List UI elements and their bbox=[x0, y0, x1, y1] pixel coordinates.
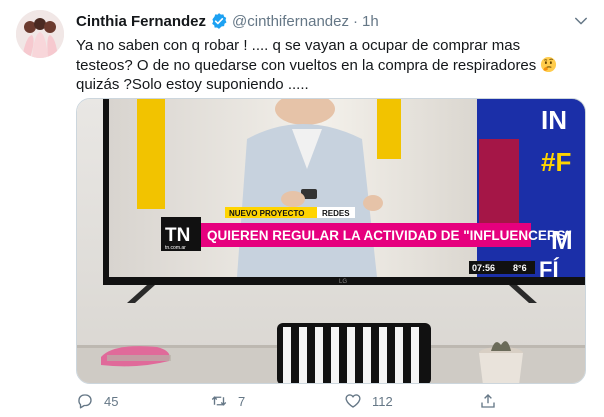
tv-tag-left: NUEVO PROYECTO bbox=[229, 209, 304, 218]
tv-side-text: #F bbox=[541, 147, 571, 177]
tv-headline: QUIEREN REGULAR LA ACTIVIDAD DE "INFLUEN… bbox=[207, 228, 572, 243]
photo-tv-screen: NUEVO PROYECTO REDES TN tn.com.ar QUIERE… bbox=[77, 99, 585, 383]
tweet-header: Cinthia Fernandez @cinthifernandez · 1h bbox=[76, 12, 379, 30]
reply-icon bbox=[78, 394, 92, 409]
tweet-text-line-with-emoji: testeos? O de no quedarse con vueltos en… bbox=[76, 56, 586, 76]
share-icon bbox=[481, 394, 495, 408]
like-button[interactable]: 112 bbox=[344, 392, 393, 410]
tv-temp: 8°6 bbox=[513, 263, 527, 273]
share-button[interactable] bbox=[479, 392, 507, 410]
tweet-media-photo[interactable]: NUEVO PROYECTO REDES TN tn.com.ar QUIERE… bbox=[76, 98, 586, 384]
retweet-button[interactable]: 7 bbox=[210, 392, 245, 410]
separator-dot: · bbox=[352, 12, 358, 30]
tweet-text-line: quizás ?Solo estoy suponiendo ..... bbox=[76, 76, 309, 93]
reply-count: 45 bbox=[104, 393, 119, 409]
tv-logo-sub: tn.com.ar bbox=[165, 245, 186, 251]
like-count: 112 bbox=[372, 393, 393, 409]
retweet-icon bbox=[211, 396, 227, 406]
retweet-count: 7 bbox=[238, 393, 246, 409]
striped-basket bbox=[277, 323, 431, 383]
tweet-text: Ya no saben con q robar ! .... q se vaya… bbox=[76, 36, 586, 95]
tweet-text-line: testeos? O de no quedarse con vueltos en… bbox=[76, 56, 537, 74]
tv-side-text: IN bbox=[541, 105, 567, 135]
tv-side-text: M bbox=[551, 225, 573, 255]
author-handle[interactable]: @cinthifernandez bbox=[232, 13, 349, 30]
thinking-face-icon bbox=[541, 56, 557, 72]
tv-side-text: FÍ bbox=[539, 257, 559, 282]
author-name[interactable]: Cinthia Fernandez bbox=[76, 13, 206, 30]
tv-clock: 07:56 bbox=[472, 263, 495, 273]
avatar-image bbox=[16, 10, 64, 58]
tv-tag-right: REDES bbox=[322, 209, 350, 218]
reply-button[interactable]: 45 bbox=[76, 392, 118, 410]
tweet-text-line: Ya no saben con q robar ! .... q se vaya… bbox=[76, 37, 521, 54]
chevron-down-icon[interactable] bbox=[572, 12, 590, 30]
author-avatar[interactable] bbox=[16, 10, 64, 58]
heart-icon bbox=[345, 394, 361, 408]
tweet-timestamp[interactable]: 1h bbox=[362, 13, 379, 30]
tweet-actions: 45 7 112 bbox=[76, 392, 586, 416]
verified-badge-icon bbox=[212, 13, 227, 29]
tv-logo: TN bbox=[165, 225, 190, 246]
tv-brand: LG bbox=[339, 279, 347, 285]
